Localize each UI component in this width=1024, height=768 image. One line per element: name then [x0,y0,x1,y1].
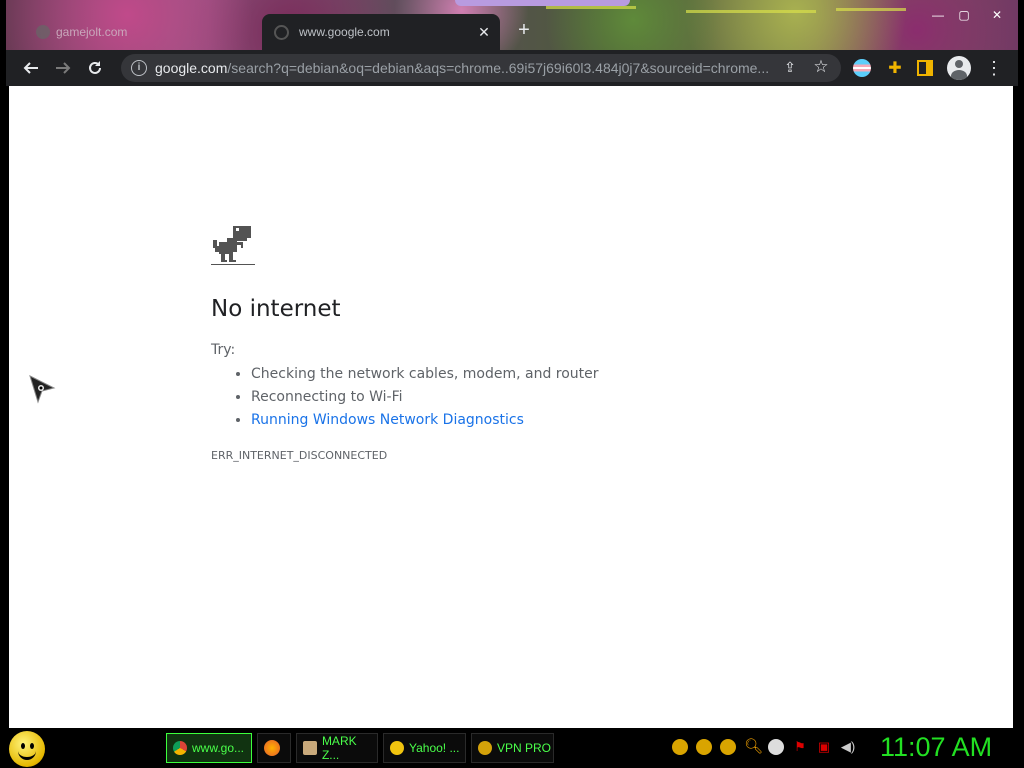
tray-app-icon[interactable] [672,739,688,755]
suggestion-list: Checking the network cables, modem, and … [251,364,599,433]
url-text[interactable]: google.com/search?q=debian&oq=debian&aqs… [155,60,775,76]
maximize-button[interactable]: ▢ [953,6,975,24]
magnifier-icon[interactable]: 🔍︎ [744,739,763,755]
bookmark-star-icon[interactable]: ☆ [811,57,831,77]
share-icon[interactable]: ⇪ [781,59,799,77]
reload-button[interactable] [81,54,109,82]
list-item: Running Windows Network Diagnostics [251,410,599,433]
arrow-right-icon [56,62,71,74]
chrome-icon [173,741,187,755]
vpn-icon [478,741,492,755]
taskbar-item-yahoo[interactable]: Yahoo! ... [383,733,466,763]
back-button[interactable] [17,54,45,82]
yahoo-smiley-icon [390,741,404,755]
address-bar[interactable]: i google.com/search?q=debian&oq=debian&a… [121,54,841,82]
smiley-mouth [18,751,36,760]
action-center-flag-icon[interactable]: ⚑ [792,739,808,755]
volume-icon[interactable]: ◀) [840,739,856,755]
reload-icon [89,61,101,74]
network-disconnected-icon[interactable]: ▣ [816,739,832,755]
taskbar-item-label: VPN PRO [497,741,552,755]
taskbar-item-label: Yahoo! ... [409,741,460,755]
arrow-left-icon [23,62,38,74]
taskbar-item-firefox[interactable] [257,733,291,763]
list-item: Checking the network cables, modem, and … [251,364,599,387]
try-label: Try: [211,342,236,358]
url-host: google.com [155,60,228,76]
error-title: No internet [211,296,341,322]
tab-title: www.google.com [299,25,390,39]
tray-app-icon[interactable] [720,739,736,755]
dinosaur-icon[interactable] [211,224,255,268]
pride-flag-extension-icon[interactable] [853,59,871,77]
smiley-eye [30,743,34,749]
minimize-button[interactable]: — [927,6,949,24]
side-panel-icon[interactable] [917,60,933,76]
extensions-puzzle-icon[interactable]: ✚ [885,58,905,78]
tab-google[interactable]: www.google.com ✕ [262,14,500,50]
network-diagnostics-link[interactable]: Running Windows Network Diagnostics [251,412,524,428]
taskbar-item-vpn[interactable]: VPN PRO [471,733,554,763]
loading-favicon-icon [274,24,289,40]
site-info-icon[interactable]: i [131,60,147,76]
browser-titlebar: gamejolt.com www.google.com ✕ + — ▢ ✕ [6,0,1018,50]
tray-app-icon[interactable] [696,739,712,755]
tab-title: gamejolt.com [56,25,128,39]
mouse-cursor-icon [29,375,56,404]
start-button-smiley-icon[interactable] [9,731,45,767]
theme-decoration [686,10,816,13]
theme-decoration [546,6,636,9]
taskbar-item-label: MARK Z... [321,734,357,762]
new-tab-button[interactable]: + [514,20,534,40]
tab-close-icon[interactable]: ✕ [474,24,494,41]
tab-gamejolt[interactable]: gamejolt.com [26,14,256,50]
message-icon[interactable] [768,739,784,755]
system-tray: 🔍︎ ⚑ ▣ ◀) [672,739,864,755]
page-content: No internet Try: Checking the network ca… [9,86,1013,728]
theme-decoration [455,0,630,6]
url-path: /search?q=debian&oq=debian&aqs=chrome..6… [227,60,770,76]
taskbar-clock[interactable]: 11:07 AM [880,732,992,763]
error-code: ERR_INTERNET_DISCONNECTED [211,449,388,462]
smiley-eye [21,743,25,749]
list-item: Reconnecting to Wi-Fi [251,387,599,410]
theme-decoration [836,8,906,11]
taskbar-item-label: www.go... [192,741,245,755]
menu-kebab-icon[interactable]: ⋮ [985,58,1003,79]
close-window-button[interactable]: ✕ [986,6,1008,24]
browser-toolbar: i google.com/search?q=debian&oq=debian&a… [6,50,1018,86]
gamejolt-favicon-icon [36,25,50,39]
taskbar-item-chrome[interactable]: www.go... [166,733,252,763]
document-icon [303,741,317,755]
taskbar: www.go... MARK Z... Yahoo! ... VPN PRO 🔍… [0,728,1024,768]
desktop-screen: gamejolt.com www.google.com ✕ + — ▢ ✕ i … [0,0,1024,768]
firefox-icon [264,740,280,756]
forward-button[interactable] [49,54,77,82]
profile-avatar-icon[interactable] [947,56,971,80]
taskbar-item-mark[interactable]: MARK Z... [296,733,378,763]
